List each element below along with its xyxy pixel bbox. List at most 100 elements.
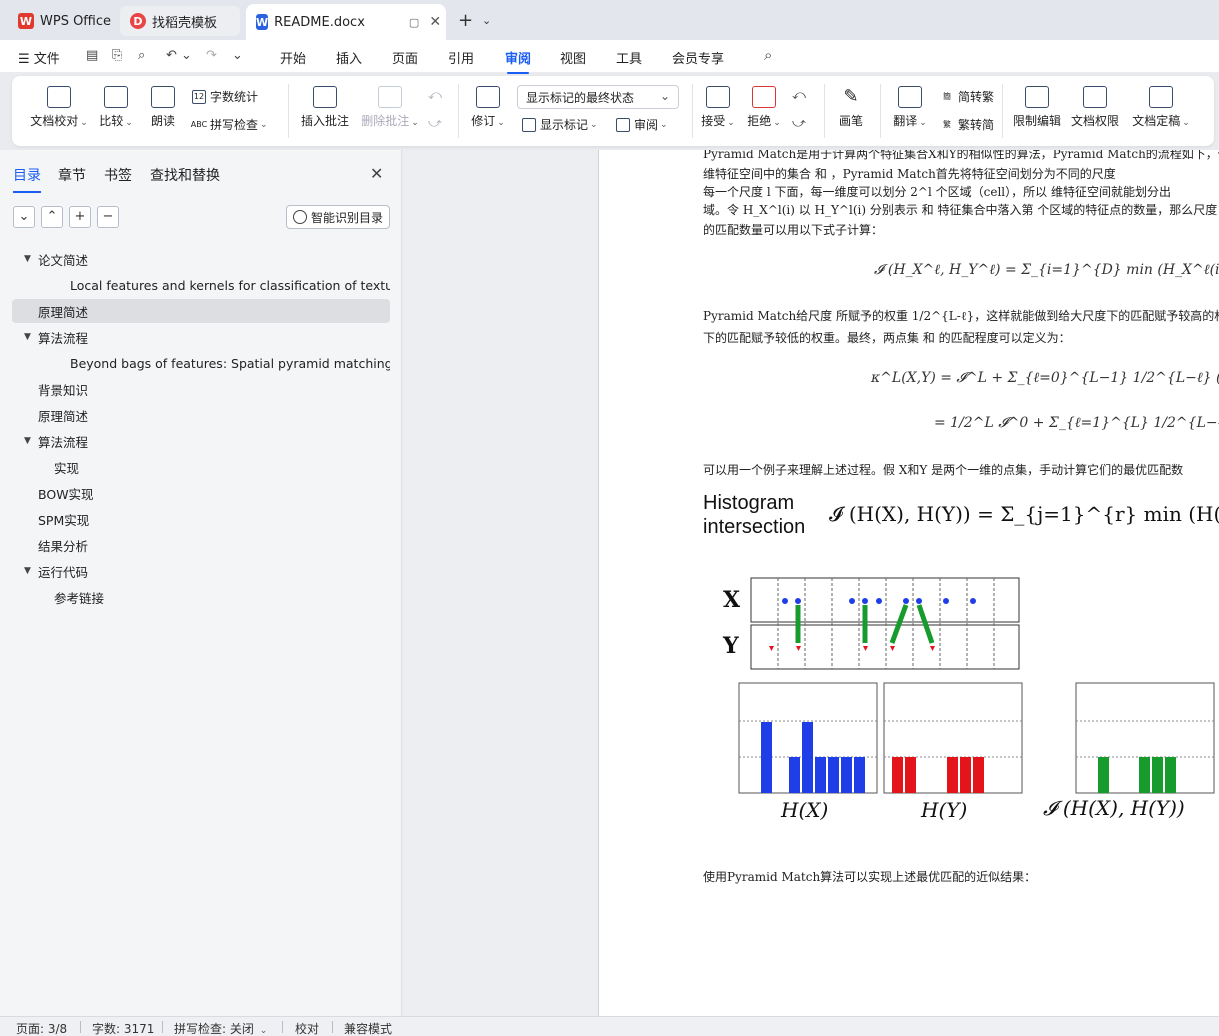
row-label-x: X <box>723 587 741 613</box>
remove-heading-button[interactable]: − <box>97 206 119 228</box>
expand-triangle-icon[interactable]: ▼ <box>24 254 31 264</box>
tab-readme-docx[interactable]: W README.docx ▢ ✕ <box>246 4 446 40</box>
undo-icon[interactable]: ↶ ⌄ <box>166 48 192 63</box>
window-icon[interactable]: ▢ <box>409 16 419 29</box>
status-divider <box>282 1021 283 1033</box>
menu-view[interactable]: 视图 <box>560 48 586 67</box>
compare-button[interactable]: 比较 ⌄ <box>98 86 134 129</box>
finalize-button[interactable]: 文档定稿 ⌄ <box>1130 86 1192 129</box>
tab-label: README.docx <box>274 14 365 30</box>
track-changes-icon <box>476 86 500 108</box>
proof-status[interactable]: 校对 <box>295 1020 319 1036</box>
ribbon-divider <box>692 84 693 138</box>
menu-start[interactable]: 开始 <box>280 48 306 67</box>
figure-formula: 𝓘 (H(X), H(Y)) = Σ_{j=1}^{r} min (H(X)_j… <box>829 502 1219 526</box>
status-divider <box>162 1021 163 1033</box>
insert-comment-button[interactable]: 插入批注 <box>300 86 350 129</box>
menu-review[interactable]: 审阅 <box>505 48 531 74</box>
word-count-icon: 12 <box>192 89 206 104</box>
menu-references[interactable]: 引用 <box>448 48 474 67</box>
delete-comment-button[interactable]: 删除批注 ⌄ <box>360 86 420 129</box>
collapse-all-button[interactable]: ⌄ <box>13 206 35 228</box>
file-menu-label: 文件 <box>33 52 60 67</box>
tab-docer-templates[interactable]: D 找稻壳模板 <box>120 6 240 36</box>
search-icon[interactable]: ⌕ <box>764 46 772 64</box>
show-markup-label: 显示标记 <box>540 118 589 132</box>
more-icon[interactable]: ⌄ <box>232 48 243 63</box>
new-tab-icon[interactable]: + <box>458 10 473 31</box>
translate-button[interactable]: 翻译 ⌄ <box>892 86 928 129</box>
tab-bookmarks[interactable]: 书签 <box>104 165 132 185</box>
menu-tools[interactable]: 工具 <box>616 48 642 67</box>
print-preview-icon[interactable]: ⌕ <box>138 48 145 63</box>
pen-label: 画笔 <box>838 114 863 128</box>
close-pane-icon[interactable]: ✕ <box>370 164 383 183</box>
next-change-icon[interactable]: ⤻ <box>792 116 806 131</box>
simplified-to-traditional-button[interactable]: 簡简转繁 <box>940 88 994 105</box>
toc-item[interactable]: ▼ 算法流程 <box>12 325 390 349</box>
expand-triangle-icon[interactable]: ▼ <box>24 332 31 342</box>
menu-page[interactable]: 页面 <box>392 48 418 67</box>
expand-triangle-icon[interactable]: ▼ <box>24 436 31 446</box>
spell-check-button[interactable]: ABC 拼写检查 ⌄ <box>191 116 268 133</box>
row-label-y: Y <box>722 633 739 659</box>
toc-item[interactable]: ▼ 运行代码 <box>12 559 390 583</box>
file-menu[interactable]: ☰ 文件 <box>18 48 60 67</box>
pen-button[interactable]: ✎ 画笔 <box>836 86 866 129</box>
status-divider <box>332 1021 333 1033</box>
toc-item[interactable]: ▼ 算法流程 <box>12 429 390 453</box>
toc-item[interactable]: 原理简述 <box>12 299 390 323</box>
toc-item[interactable]: 实现 <box>12 455 390 479</box>
previous-change-icon[interactable]: ⤺ <box>792 88 806 103</box>
word-count-button[interactable]: 12 字数统计 <box>192 88 258 105</box>
save-icon[interactable]: ▤ <box>86 48 98 63</box>
tab-wps-office[interactable]: W WPS Office <box>8 6 121 36</box>
proofread-button[interactable]: 文档校对 ⌄ <box>28 86 90 129</box>
next-comment-icon[interactable]: ⤻ <box>428 116 442 131</box>
toc-item[interactable]: 背景知识 <box>12 377 390 401</box>
previous-comment-icon[interactable]: ⤺ <box>428 88 442 103</box>
histogram-intersection <box>1075 682 1215 794</box>
track-changes-button[interactable]: 修订 ⌄ <box>470 86 506 129</box>
finalize-icon <box>1149 86 1173 108</box>
menu-insert[interactable]: 插入 <box>336 48 362 67</box>
export-icon[interactable]: ⎘ <box>112 48 122 63</box>
tab-find-replace[interactable]: 查找和替换 <box>150 165 220 185</box>
toc-item[interactable]: Local features and kernels for classific… <box>12 273 390 297</box>
y-points <box>769 646 935 651</box>
doc-permission-button[interactable]: 文档权限 <box>1070 86 1120 129</box>
read-aloud-button[interactable]: 朗读 <box>148 86 178 129</box>
kernel-formula-line1: κ^L(X,Y) = 𝓘^L + Σ_{ℓ=0}^{L−1} 1/2^{L−ℓ}… <box>871 370 1219 386</box>
review-ribbon: 文档校对 ⌄ 比较 ⌄ 朗读 12 字数统计 ABC 拼写检查 ⌄ 插入批注 删除批注 ⌄ … <box>12 76 1214 146</box>
histogram-intersection-figure: Histogram intersection 𝓘 (H(X), H(Y)) = … <box>703 492 1219 822</box>
word-count-label: 字数统计 <box>210 90 259 104</box>
word-count-status[interactable]: 字数: 3171 <box>92 1020 154 1036</box>
smart-toc-button[interactable]: 智能识别目录 <box>286 205 390 229</box>
spell-check-status[interactable]: 拼写检查: 关闭 ⌄ <box>174 1020 267 1036</box>
menu-membership[interactable]: 会员专享 <box>672 48 724 67</box>
toc-item[interactable]: Beyond bags of features: Spatial pyramid… <box>12 351 390 375</box>
chevron-down-icon[interactable]: ⌄ <box>482 14 491 27</box>
expand-triangle-icon[interactable]: ▼ <box>24 566 31 576</box>
show-markup-button[interactable]: 显示标记 ⌄ <box>522 116 598 133</box>
tab-toc[interactable]: 目录 <box>13 165 41 193</box>
toc-item[interactable]: 原理简述 <box>12 403 390 427</box>
toc-item[interactable]: SPM实现 <box>12 507 390 531</box>
toc-item[interactable]: ▼ 论文简述 <box>12 247 390 271</box>
tab-sections[interactable]: 章节 <box>58 165 86 185</box>
reject-button[interactable]: 拒绝 ⌄ <box>746 86 782 129</box>
review-pane-button[interactable]: 审阅 ⌄ <box>616 116 668 133</box>
toc-item[interactable]: 参考链接 <box>12 585 390 609</box>
page-indicator[interactable]: 页面: 3/8 <box>16 1020 67 1036</box>
spell-check-status-label: 拼写检查: 关闭 <box>174 1022 254 1036</box>
accept-button[interactable]: 接受 ⌄ <box>700 86 736 129</box>
markup-state-select[interactable]: 显示标记的最终状态 ⌄ <box>517 85 679 109</box>
restrict-edit-button[interactable]: 限制编辑 <box>1012 86 1062 129</box>
toc-item[interactable]: 结果分析 <box>12 533 390 557</box>
toc-item[interactable]: BOW实现 <box>12 481 390 505</box>
add-heading-button[interactable]: + <box>69 206 91 228</box>
close-icon[interactable]: ✕ <box>429 14 441 30</box>
level-up-button[interactable]: ⌃ <box>41 206 63 228</box>
traditional-to-simplified-button[interactable]: 繁繁转简 <box>940 116 994 133</box>
redo-icon[interactable]: ↷ <box>206 48 217 63</box>
